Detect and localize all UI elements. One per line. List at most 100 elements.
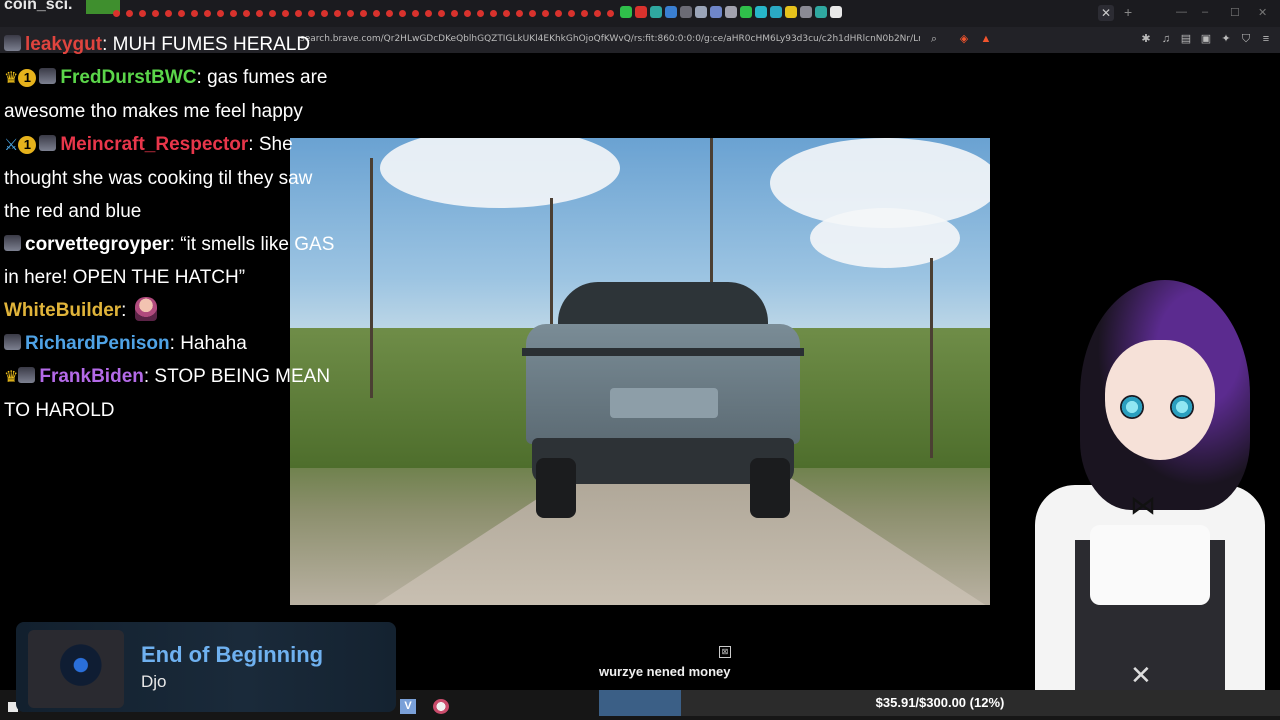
- extensions-icon[interactable]: ✱: [1140, 33, 1152, 45]
- tab-icons[interactable]: [620, 6, 842, 18]
- pinned-tab[interactable]: [123, 7, 136, 20]
- avatar-bow: ⋈: [1130, 490, 1156, 520]
- close-x-icon: ✕: [1130, 660, 1152, 690]
- pinned-tab[interactable]: [448, 7, 461, 20]
- menu-icon[interactable]: ≡: [1260, 33, 1272, 45]
- vtuber-avatar: ⋈: [1020, 270, 1280, 690]
- pinned-tab-icon: [217, 10, 224, 17]
- close-tab-icon[interactable]: ✕: [1098, 5, 1114, 21]
- pinned-tab[interactable]: [175, 7, 188, 20]
- minimize-window-icon[interactable]: –: [1202, 6, 1208, 18]
- pinned-tab[interactable]: [487, 7, 500, 20]
- pinned-tab[interactable]: [461, 7, 474, 20]
- pinned-tab[interactable]: [292, 7, 305, 20]
- pinned-tab-icon: [139, 10, 146, 17]
- new-tab-icon[interactable]: +: [1124, 4, 1132, 20]
- vpn-icon[interactable]: ✦: [1220, 33, 1232, 45]
- car-body: [526, 324, 800, 444]
- pinned-tab[interactable]: [435, 7, 448, 20]
- pinned-tab-icon: [516, 10, 523, 17]
- pinned-tab[interactable]: [474, 7, 487, 20]
- pinned-tab[interactable]: [396, 7, 409, 20]
- pinned-tab[interactable]: [201, 7, 214, 20]
- pinned-tab[interactable]: [136, 7, 149, 20]
- chat-message: ⚔ 1 Meincraft_Respector: She thought she w…: [4, 128, 340, 228]
- pinned-tab[interactable]: [240, 7, 253, 20]
- pinned-tab[interactable]: [539, 7, 552, 20]
- chat-message: RichardPenison: Hahaha: [4, 327, 340, 360]
- car-taillight: [522, 348, 804, 356]
- pinned-tab[interactable]: [188, 7, 201, 20]
- chat-text: :: [121, 300, 132, 321]
- arrow-tab-icon[interactable]: [680, 6, 692, 18]
- pinned-tab[interactable]: [409, 7, 422, 20]
- pinned-tab[interactable]: [500, 7, 513, 20]
- pinned-tab[interactable]: [383, 7, 396, 20]
- pinned-tab[interactable]: [227, 7, 240, 20]
- pinned-tab[interactable]: [266, 7, 279, 20]
- car-image: [290, 138, 990, 605]
- pinned-tab-icon: [399, 10, 406, 17]
- car-wheel: [750, 458, 790, 518]
- media-tab-icon[interactable]: [770, 6, 782, 18]
- sidebar-icon[interactable]: ▤: [1180, 33, 1192, 45]
- pinned-tab[interactable]: [604, 7, 617, 20]
- vscode-icon[interactable]: V: [400, 699, 416, 714]
- pinned-tab-icon: [269, 10, 276, 17]
- pinned-tab[interactable]: [357, 7, 370, 20]
- pinned-tab[interactable]: [318, 7, 331, 20]
- pinned-tab-icon: [594, 10, 601, 17]
- pinned-tab[interactable]: [591, 7, 604, 20]
- youtube-tab-icon[interactable]: [635, 6, 647, 18]
- pinned-tab[interactable]: [565, 7, 578, 20]
- chat-text: : Hahaha: [169, 333, 247, 354]
- pinned-tab[interactable]: [526, 7, 539, 20]
- app-icon[interactable]: [433, 699, 449, 714]
- grid-tab-icon[interactable]: [725, 6, 737, 18]
- pinned-tab[interactable]: [370, 7, 383, 20]
- maximize-icon[interactable]: ☐: [1230, 6, 1240, 19]
- pinned-tab[interactable]: [422, 7, 435, 20]
- pinned-tab[interactable]: [214, 7, 227, 20]
- pinned-tabs[interactable]: [110, 7, 617, 20]
- cloud: [810, 208, 960, 268]
- doc-tab-icon[interactable]: [710, 6, 722, 18]
- brave-shield-icon[interactable]: ◈: [958, 33, 970, 45]
- zoom-icon[interactable]: ⌕: [928, 33, 940, 45]
- pinned-tab[interactable]: [513, 7, 526, 20]
- wallet-icon[interactable]: ▣: [1200, 33, 1212, 45]
- pinned-tab[interactable]: [331, 7, 344, 20]
- pinned-tab[interactable]: [344, 7, 357, 20]
- pinned-tab-icon: [191, 10, 198, 17]
- pinned-tab[interactable]: [110, 7, 123, 20]
- crown-badge-icon: ♛: [4, 369, 19, 386]
- grey-tab-icon[interactable]: [800, 6, 812, 18]
- chat-tab-icon[interactable]: [815, 6, 827, 18]
- url-field[interactable]: search.brave.com/Qr2HLwGDcDKeQblhGQZTIGL…: [300, 34, 920, 44]
- album-art: [28, 630, 124, 708]
- shield-icon[interactable]: ⛉: [1240, 33, 1252, 45]
- user-badge-icon: [39, 135, 57, 151]
- yellow-tab-icon[interactable]: [785, 6, 797, 18]
- pinned-tab[interactable]: [149, 7, 162, 20]
- pinned-tab[interactable]: [279, 7, 292, 20]
- x-tab-icon[interactable]: [830, 6, 842, 18]
- tv-tab-icon[interactable]: [665, 6, 677, 18]
- brave-rewards-icon[interactable]: ▲: [980, 33, 992, 45]
- cyan-tab-icon[interactable]: [755, 6, 767, 18]
- green-circle-tab-icon[interactable]: [740, 6, 752, 18]
- pinned-tab-icon: [607, 10, 614, 17]
- chat-message: leakygut: MUH FUMES HERALD: [4, 28, 340, 61]
- music-icon[interactable]: ♫: [1160, 33, 1172, 45]
- pinned-tab[interactable]: [305, 7, 318, 20]
- play-tab-icon[interactable]: [620, 6, 632, 18]
- pinned-tab[interactable]: [552, 7, 565, 20]
- pinned-tab[interactable]: [253, 7, 266, 20]
- minimize-icon[interactable]: —: [1176, 6, 1187, 18]
- pinned-tab[interactable]: [578, 7, 591, 20]
- close-window-icon[interactable]: ✕: [1258, 6, 1267, 19]
- globe-tab-icon[interactable]: [650, 6, 662, 18]
- pinned-tab[interactable]: [162, 7, 175, 20]
- pinned-tab-icon: [126, 10, 133, 17]
- bookmark-tab-icon[interactable]: [695, 6, 707, 18]
